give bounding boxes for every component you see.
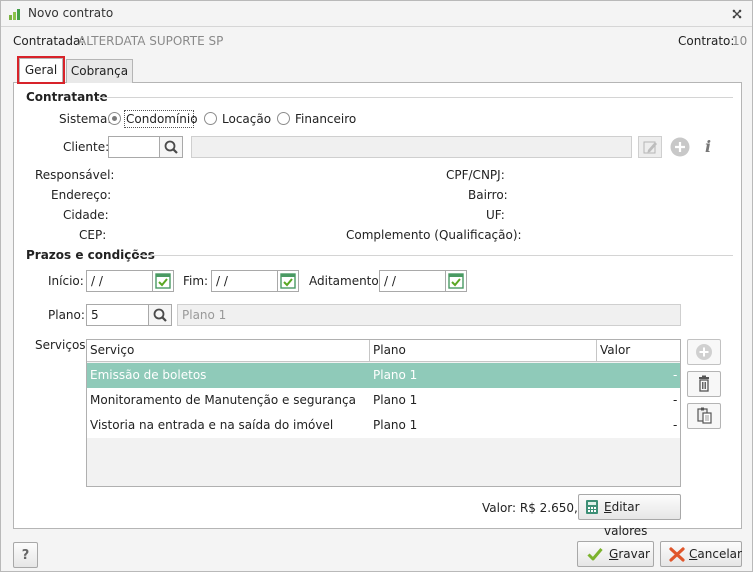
bairro-label: Bairro: bbox=[468, 188, 508, 202]
cell-valor: - bbox=[673, 368, 678, 382]
gravar-button[interactable]: Gravar bbox=[577, 541, 654, 567]
gravar-label: Gravar bbox=[609, 547, 650, 561]
fim-label: Fim: bbox=[183, 274, 209, 288]
help-icon: ? bbox=[21, 548, 30, 563]
radio-condominio[interactable] bbox=[108, 112, 121, 125]
cidade-label: Cidade: bbox=[63, 208, 109, 222]
inicio-date-input[interactable]: / / bbox=[86, 270, 153, 292]
title-bar: Novo contrato bbox=[1, 1, 752, 27]
cliente-search-button[interactable] bbox=[159, 136, 183, 158]
cell-servico: Emissão de boletos bbox=[90, 368, 207, 382]
servicos-label: Serviços: bbox=[35, 338, 90, 352]
plano-search-button[interactable] bbox=[148, 304, 172, 326]
contract-dialog: Novo contrato Contratada: ALTERDATA SUPO… bbox=[0, 0, 753, 572]
cancelar-button[interactable]: Cancelar bbox=[660, 541, 742, 567]
column-header-servico[interactable]: Serviço bbox=[87, 340, 370, 362]
paste-service-button[interactable] bbox=[687, 403, 721, 429]
editar-valores-label: Editar valores bbox=[604, 500, 648, 538]
search-icon bbox=[153, 308, 167, 322]
section-divider bbox=[134, 255, 733, 256]
inicio-label: Início: bbox=[48, 274, 84, 288]
plano-code-input[interactable]: 5 bbox=[86, 304, 149, 326]
servicos-grid: Serviço Plano Valor Emissão de boletos P… bbox=[86, 339, 681, 487]
help-button[interactable]: ? bbox=[13, 542, 38, 568]
cliente-code-input[interactable] bbox=[108, 136, 160, 158]
radio-financeiro[interactable] bbox=[277, 112, 290, 125]
inicio-calendar-button[interactable] bbox=[152, 270, 174, 292]
window-title: Novo contrato bbox=[28, 6, 114, 20]
radio-condominio-label[interactable]: Condomínio bbox=[126, 112, 198, 126]
cliente-edit-button[interactable] bbox=[638, 136, 662, 158]
cpf-cnpj-label: CPF/CNPJ: bbox=[446, 168, 505, 182]
valor-total: Valor: R$ 2.650,00 bbox=[482, 501, 594, 515]
check-icon bbox=[587, 548, 603, 561]
edit-icon bbox=[643, 141, 657, 154]
cliente-add-button[interactable] bbox=[669, 136, 691, 158]
cell-valor: - bbox=[673, 418, 678, 432]
cell-servico: Vistoria na entrada e na saída do imóvel bbox=[90, 418, 334, 432]
column-header-valor[interactable]: Valor bbox=[597, 340, 680, 362]
calculator-icon bbox=[586, 500, 598, 514]
cell-plano: Plano 1 bbox=[373, 393, 418, 407]
delete-service-button[interactable] bbox=[687, 371, 721, 397]
contrato-value: 10 bbox=[732, 34, 748, 48]
table-row[interactable]: Emissão de boletos Plano 1 - bbox=[87, 363, 680, 388]
cell-plano: Plano 1 bbox=[373, 368, 418, 382]
app-icon bbox=[9, 9, 20, 20]
cell-valor: - bbox=[673, 393, 678, 407]
fim-calendar-button[interactable] bbox=[277, 270, 299, 292]
x-icon bbox=[669, 547, 685, 562]
contratada-label: Contratada: bbox=[13, 34, 85, 48]
cell-servico: Monitoramento de Manutenção e segurança bbox=[90, 393, 356, 407]
table-row[interactable]: Vistoria na entrada e na saída do imóvel… bbox=[87, 413, 680, 438]
calendar-icon bbox=[280, 273, 296, 289]
editar-valores-button[interactable]: Editar valores bbox=[578, 494, 681, 538]
responsavel-label: Responsável: bbox=[35, 168, 115, 182]
section-contratante-title: Contratante bbox=[26, 90, 108, 104]
aditamento-date-input[interactable]: / / bbox=[379, 270, 446, 292]
tab-geral[interactable]: Geral bbox=[19, 58, 63, 83]
radio-financeiro-label[interactable]: Financeiro bbox=[295, 112, 356, 126]
complemento-label: Complemento (Qualificação): bbox=[346, 228, 522, 242]
aditamento-calendar-button[interactable] bbox=[445, 270, 467, 292]
cancelar-label: Cancelar bbox=[689, 547, 742, 561]
radio-locacao[interactable] bbox=[204, 112, 217, 125]
paste-icon bbox=[697, 407, 712, 424]
close-icon[interactable] bbox=[728, 5, 746, 23]
section-divider bbox=[97, 97, 733, 98]
cliente-label: Cliente: bbox=[63, 140, 110, 154]
calendar-icon bbox=[448, 273, 464, 289]
grid-header: Serviço Plano Valor bbox=[87, 340, 680, 362]
aditamento-label: Aditamento: bbox=[309, 274, 383, 288]
trash-icon bbox=[699, 375, 709, 392]
contrato-label: Contrato: bbox=[678, 34, 735, 48]
add-icon bbox=[696, 344, 712, 360]
add-service-button[interactable] bbox=[687, 339, 721, 365]
search-icon bbox=[164, 140, 178, 154]
fim-date-input[interactable]: / / bbox=[211, 270, 278, 292]
cliente-name-input[interactable] bbox=[191, 136, 632, 158]
sistema-label: Sistema: bbox=[59, 112, 112, 126]
plano-name-input[interactable]: Plano 1 bbox=[177, 304, 681, 326]
cell-plano: Plano 1 bbox=[373, 418, 418, 432]
uf-label: UF: bbox=[486, 208, 505, 222]
tab-cobranca[interactable]: Cobrança bbox=[66, 59, 133, 83]
column-header-plano[interactable]: Plano bbox=[370, 340, 597, 362]
table-row[interactable]: Monitoramento de Manutenção e segurança … bbox=[87, 388, 680, 413]
calendar-icon bbox=[155, 273, 171, 289]
add-icon bbox=[670, 137, 690, 157]
radio-locacao-label[interactable]: Locação bbox=[222, 112, 271, 126]
info-icon[interactable]: i bbox=[705, 137, 711, 156]
plano-label: Plano: bbox=[48, 308, 85, 322]
contratada-value: ALTERDATA SUPORTE SP bbox=[78, 34, 224, 48]
endereco-label: Endereço: bbox=[51, 188, 112, 202]
cep-label: CEP: bbox=[79, 228, 107, 242]
